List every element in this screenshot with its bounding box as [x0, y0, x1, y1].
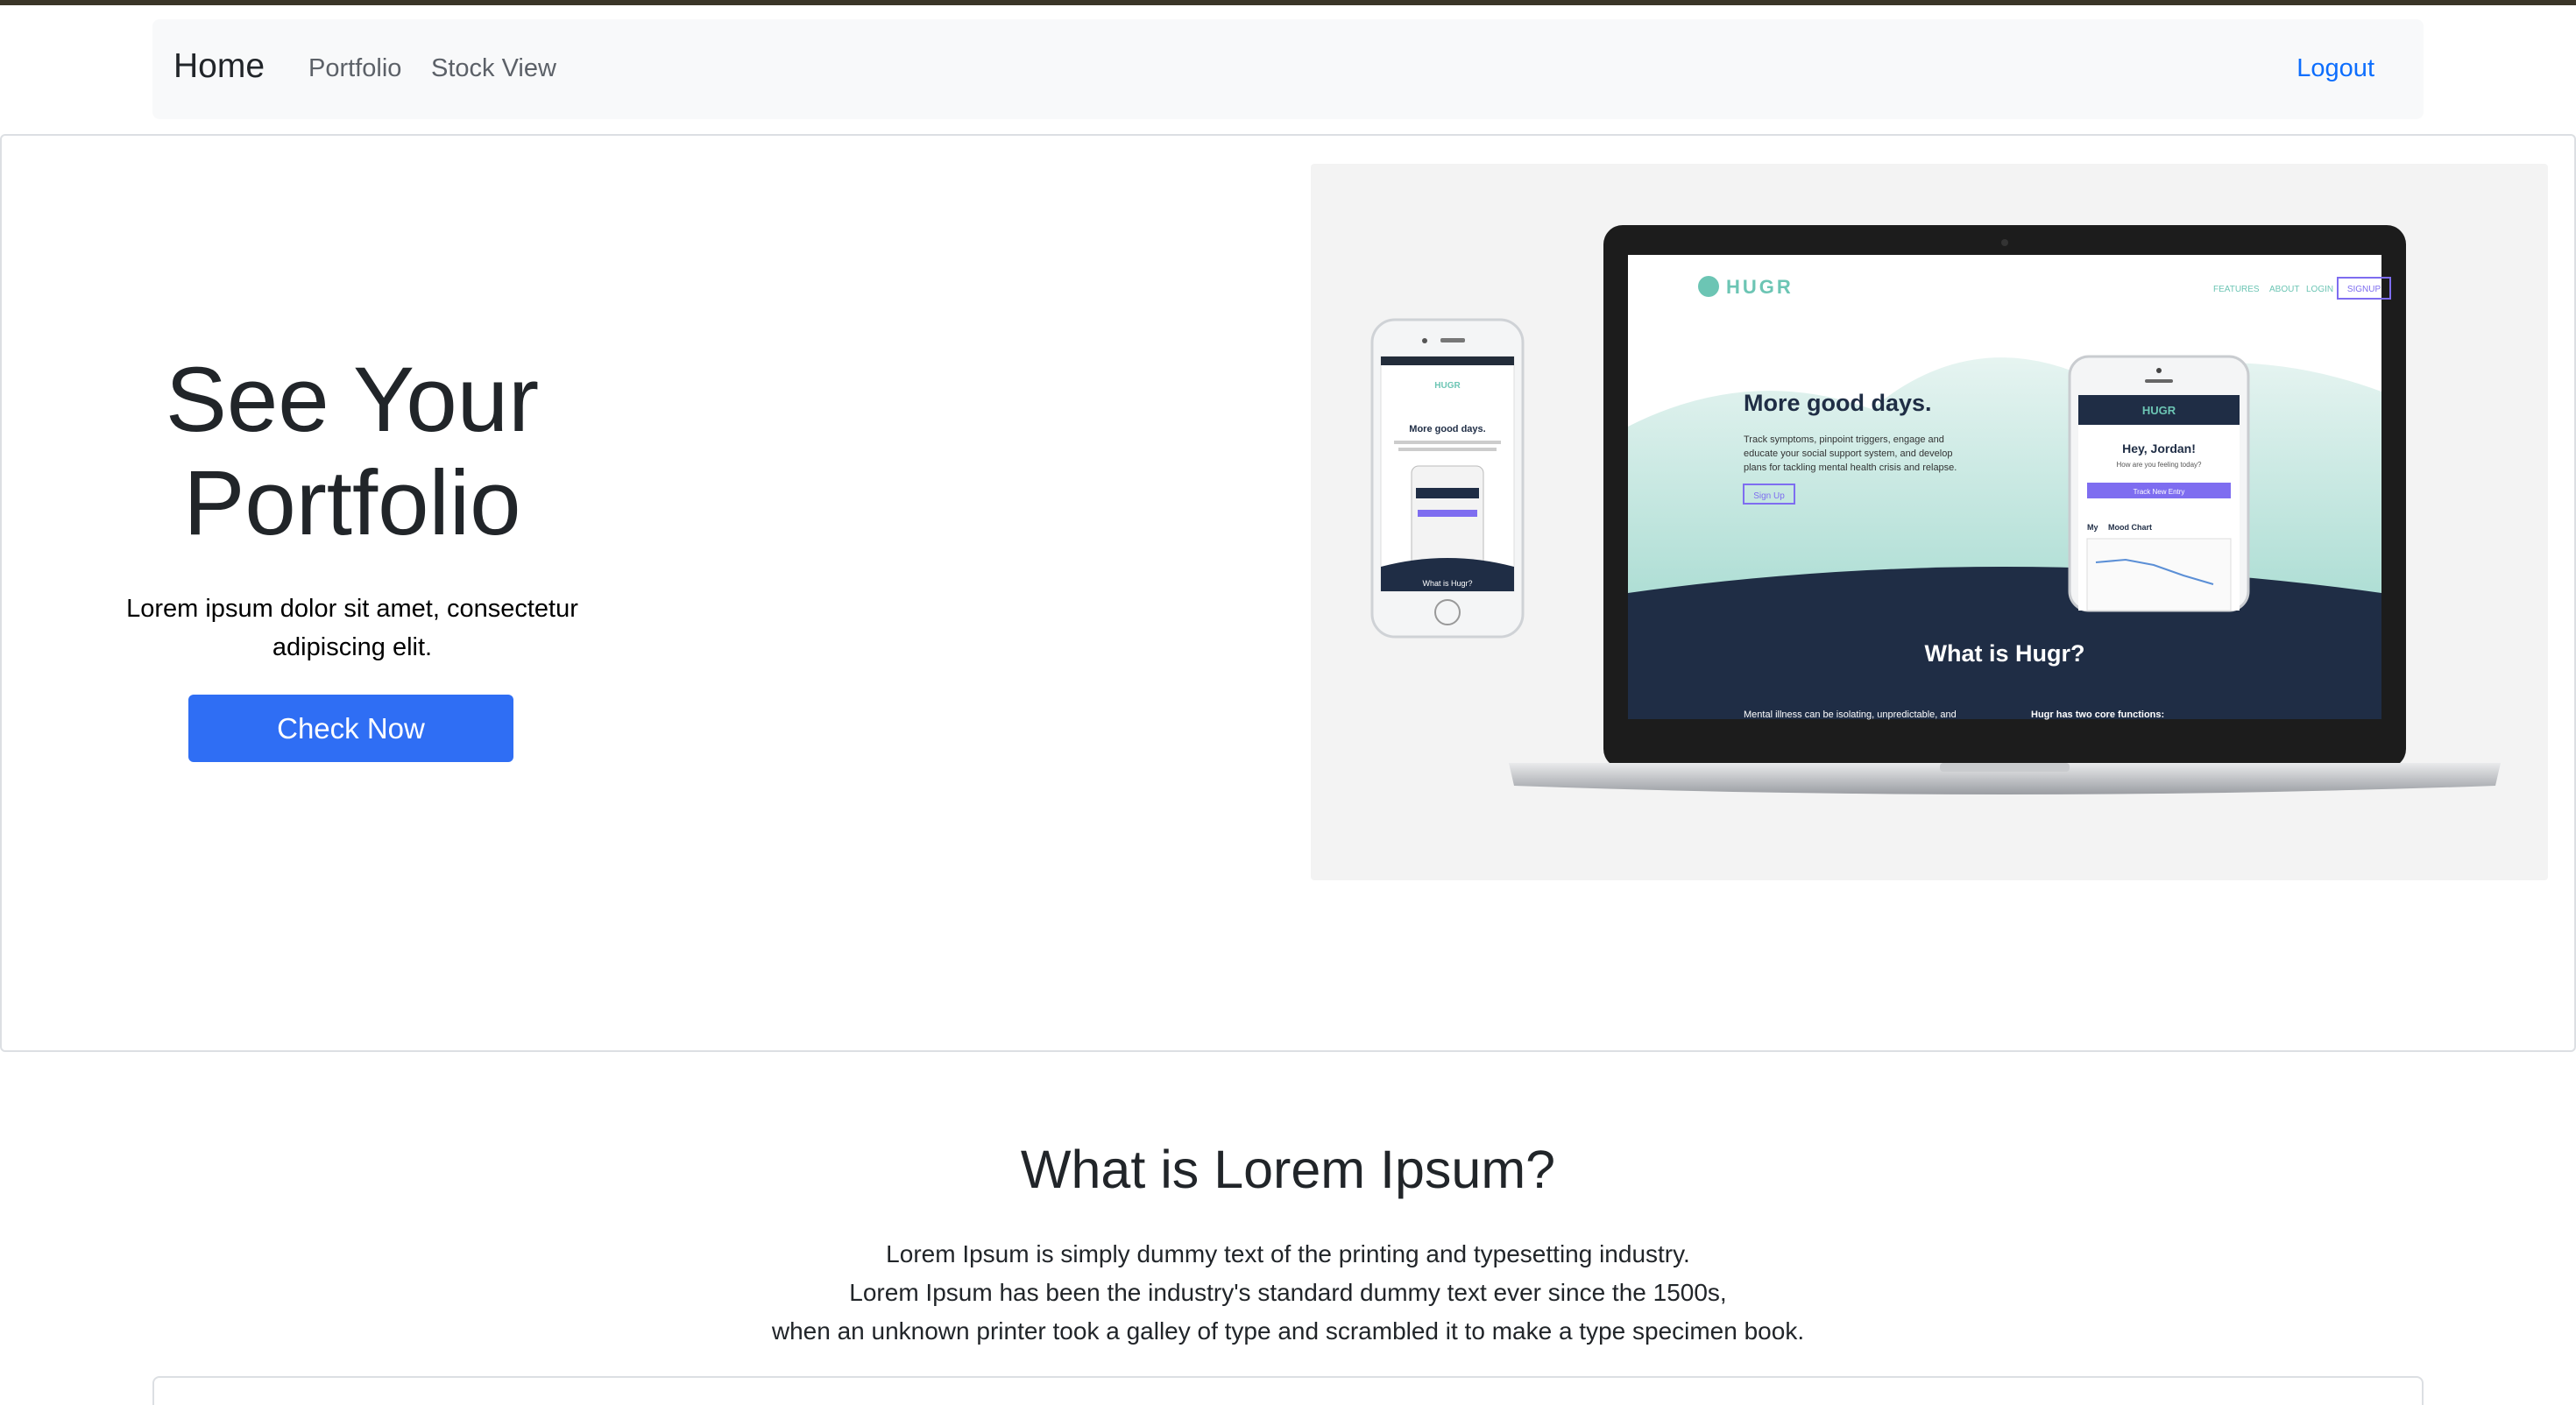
top-border — [0, 0, 2576, 5]
svg-text:plans for tackling mental heal: plans for tackling mental health crisis … — [1744, 462, 1957, 473]
svg-text:What is Hugr?: What is Hugr? — [1925, 640, 2085, 667]
svg-text:More good days.: More good days. — [1744, 390, 1932, 416]
section-text-line-3: when an unknown printer took a galley of… — [771, 1317, 1805, 1345]
laptop-mockup: HUGR FEATURES ABOUT LOGIN SIGNUP More go… — [1509, 225, 2501, 794]
svg-text:What is Hugr?: What is Hugr? — [1422, 579, 1472, 588]
content-card — [152, 1376, 2424, 1405]
svg-text:HUGR: HUGR — [1726, 276, 1794, 298]
svg-text:LOGIN: LOGIN — [2306, 285, 2333, 294]
svg-text:More good days.: More good days. — [1409, 424, 1485, 434]
check-now-button[interactable]: Check Now — [188, 695, 513, 762]
svg-text:My: My — [2087, 523, 2098, 532]
hero-lead-text: Lorem ipsum dolor sit amet, consectetur … — [126, 595, 578, 661]
svg-text:Mental illness can be isolatin: Mental illness can be isolating, unpredi… — [1744, 710, 1957, 720]
svg-text:SIGNUP: SIGNUP — [2347, 285, 2381, 294]
section-text-line-1: Lorem Ipsum is simply dummy text of the … — [886, 1240, 1690, 1267]
hero-card: See Your Portfolio Lorem ipsum dolor sit… — [0, 134, 2576, 1052]
svg-text:Mood Chart: Mood Chart — [2108, 523, 2152, 532]
svg-text:How are you feeling today?: How are you feeling today? — [2117, 461, 2203, 469]
device-mockup-image: HUGR More good days. What is Hugr? HUGR … — [1311, 164, 2548, 880]
small-phone-mockup: HUGR More good days. What is Hugr? — [1370, 318, 1525, 639]
svg-text:ABOUT: ABOUT — [2269, 285, 2299, 294]
section-text-line-2: Lorem Ipsum has been the industry's stan… — [849, 1279, 1727, 1306]
svg-text:HUGR: HUGR — [2142, 404, 2176, 417]
navbar: Home Portfolio Stock View Logout — [152, 19, 2424, 119]
nav-link-portfolio[interactable]: Portfolio — [308, 56, 401, 81]
svg-text:Track New Entry: Track New Entry — [2134, 488, 2185, 496]
svg-text:HUGR: HUGR — [1434, 381, 1461, 391]
brand-home-link[interactable]: Home — [173, 49, 265, 83]
svg-text:educate your social support sy: educate your social support system, and … — [1744, 448, 1952, 459]
section-title: What is Lorem Ipsum? — [1020, 1140, 1556, 1199]
svg-text:Hey, Jordan!: Hey, Jordan! — [2122, 441, 2196, 455]
svg-text:Sign Up: Sign Up — [1753, 491, 1785, 501]
logout-link[interactable]: Logout — [2296, 56, 2374, 81]
svg-text:FEATURES: FEATURES — [2213, 285, 2260, 294]
hero-title: See Your Portfolio — [165, 349, 540, 554]
svg-text:Hugr has two core functions:: Hugr has two core functions: — [2031, 710, 2164, 720]
nav-link-stock-view[interactable]: Stock View — [431, 56, 556, 81]
svg-text:Track symptoms, pinpoint trigg: Track symptoms, pinpoint triggers, engag… — [1744, 434, 1944, 445]
